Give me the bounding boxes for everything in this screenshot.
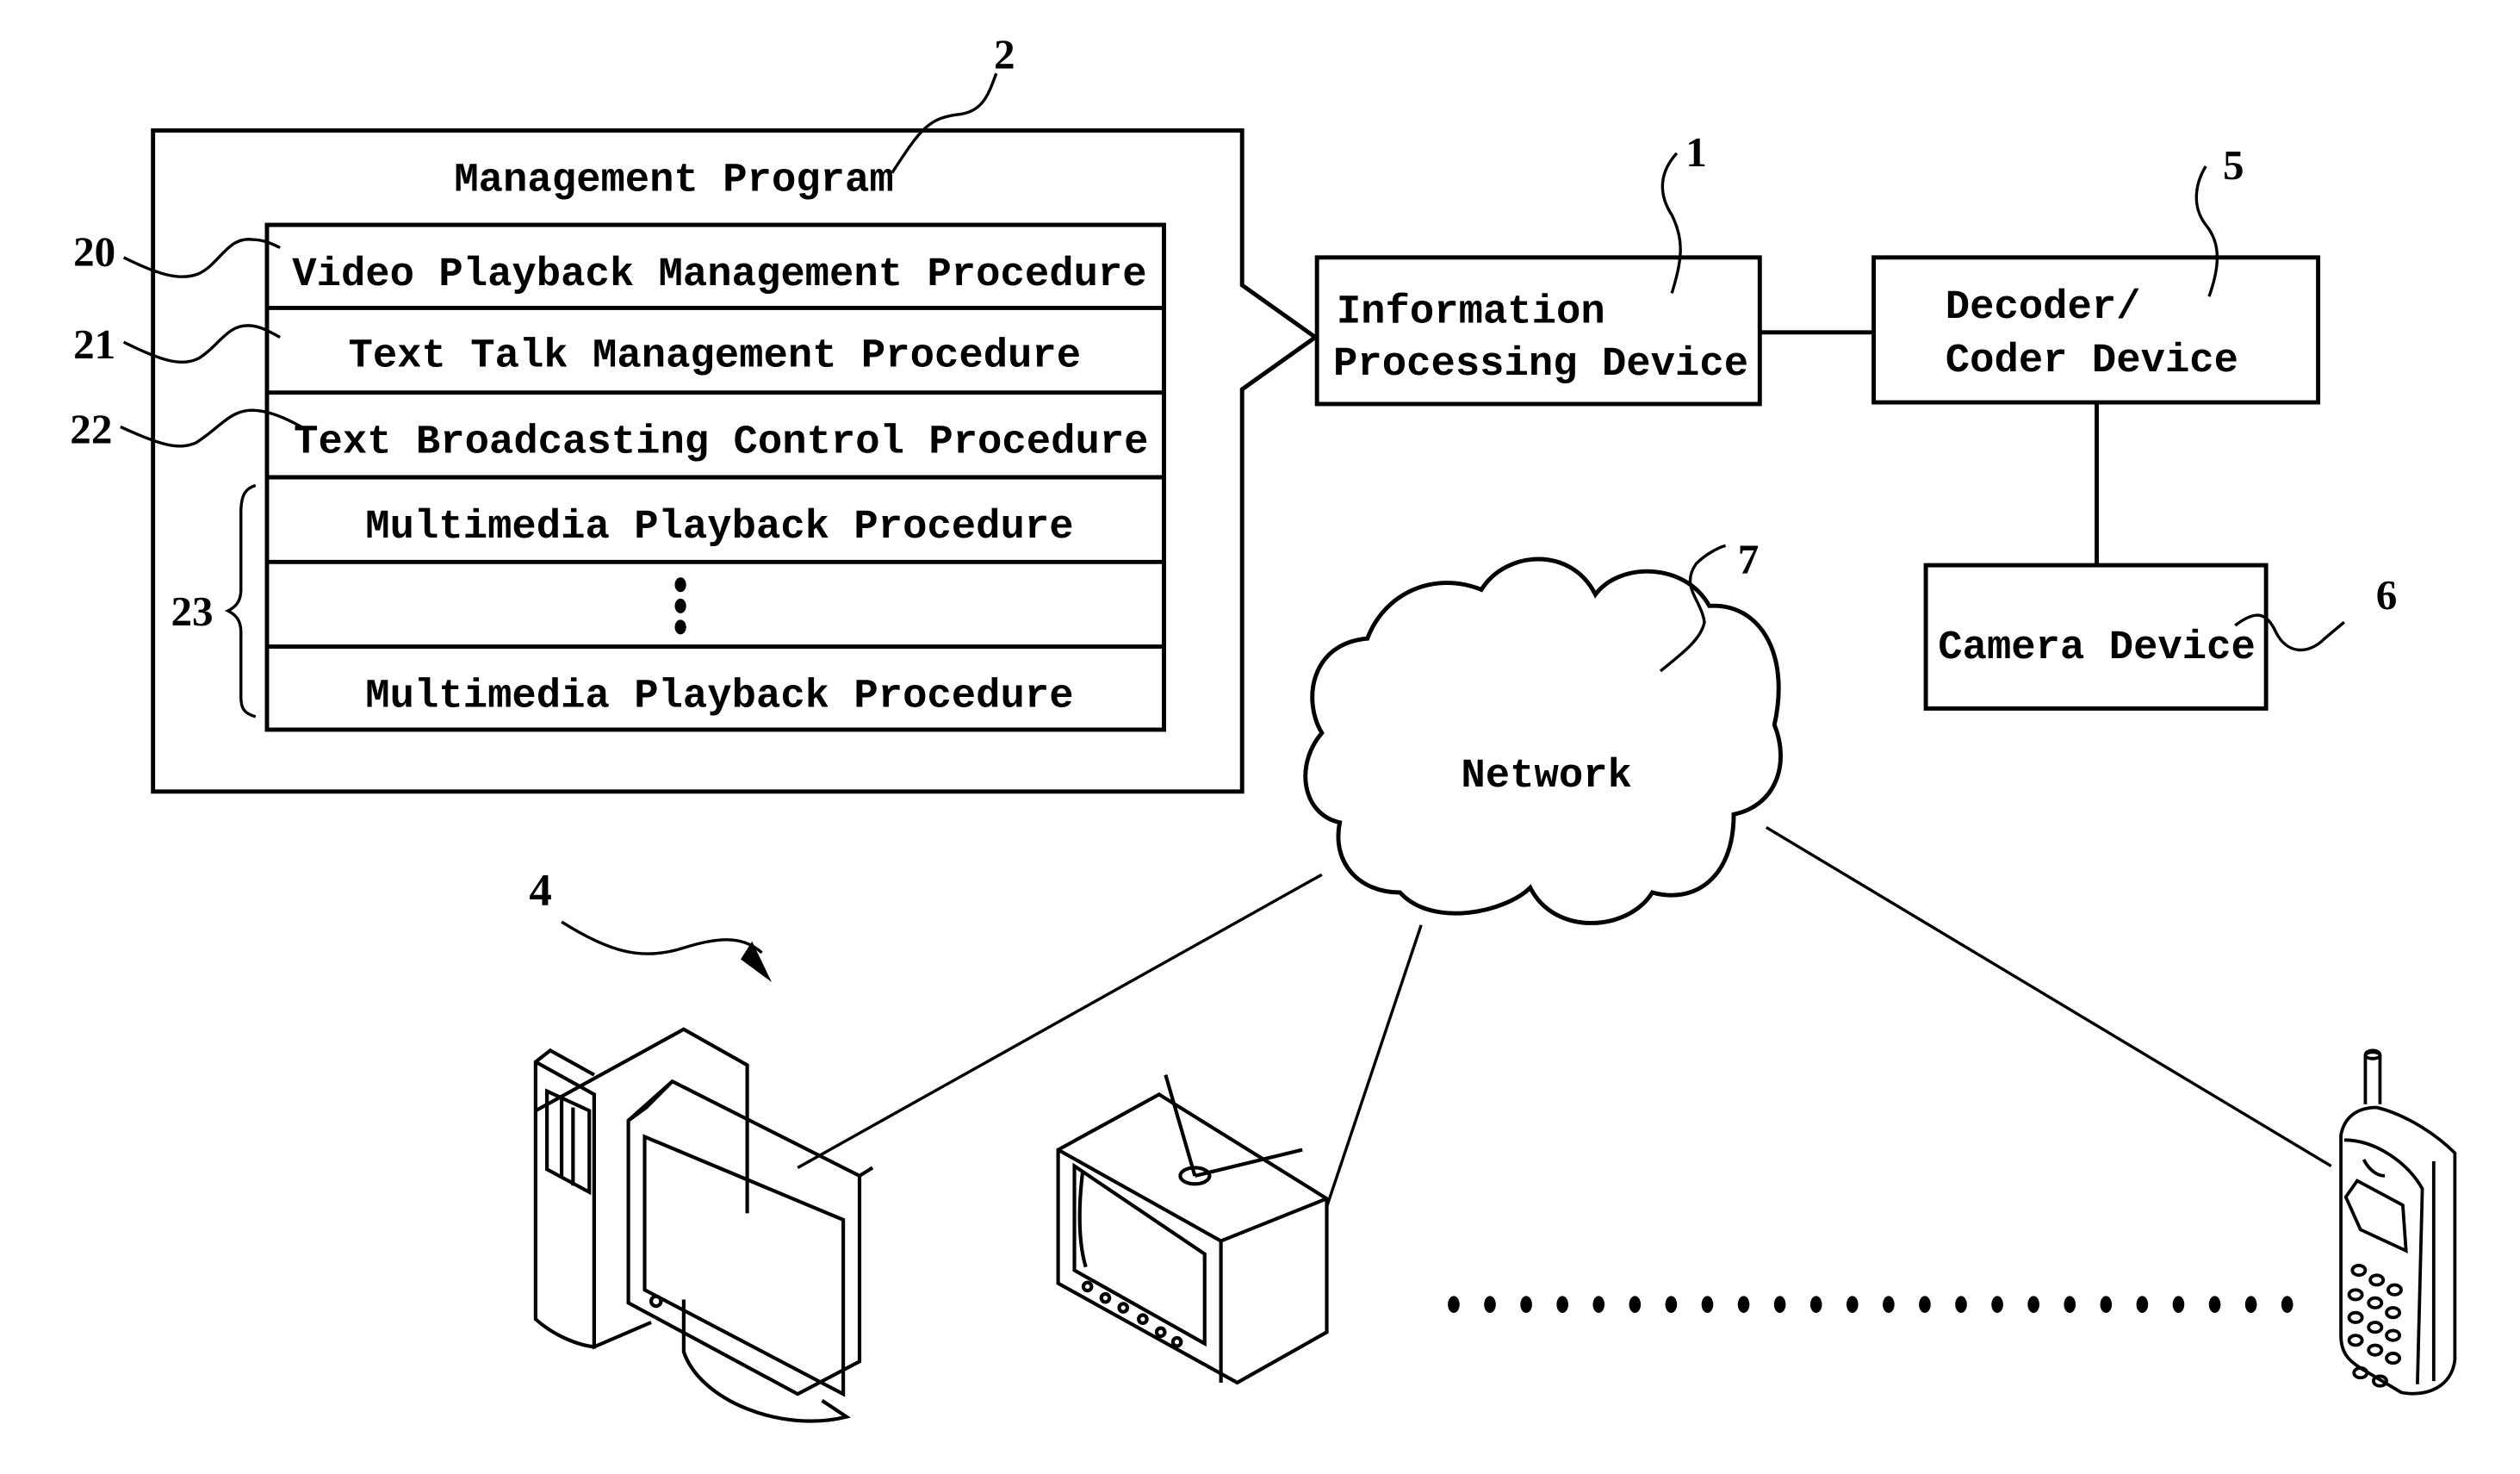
ref-7: 7 bbox=[1738, 536, 1760, 583]
ref-6: 6 bbox=[2376, 571, 2398, 619]
link-network-computer bbox=[797, 873, 1323, 1169]
ref-2: 2 bbox=[994, 31, 1015, 78]
bracket-23 bbox=[224, 483, 257, 718]
horizontal-ellipsis bbox=[1448, 1296, 2293, 1314]
decoder-coder-device-line1: Decoder/ bbox=[1946, 285, 2141, 331]
procedures-table bbox=[264, 222, 1166, 732]
ellipsis-dot bbox=[1955, 1296, 1967, 1314]
procedure-text-talk: Text Talk Management Procedure bbox=[348, 333, 1081, 379]
leader-4 bbox=[561, 920, 763, 955]
leader-20 bbox=[122, 238, 281, 278]
ref-5: 5 bbox=[2223, 141, 2244, 189]
camera-device-label: Camera Device bbox=[1938, 625, 2256, 671]
procedure-multimedia-playback-2: Multimedia Playback Procedure bbox=[365, 675, 1073, 720]
ellipsis-dot bbox=[1773, 1296, 1786, 1314]
television-icon bbox=[1056, 1074, 1329, 1385]
ellipsis-dot bbox=[1846, 1296, 1859, 1314]
ellipsis-dot bbox=[1883, 1296, 1895, 1314]
ellipsis-dot bbox=[1737, 1296, 1750, 1314]
ellipsis-dot bbox=[2064, 1296, 2076, 1314]
decoder-coder-device-line2: Coder Device bbox=[1946, 339, 2238, 384]
ref-22: 22 bbox=[70, 405, 112, 452]
ellipsis-dot bbox=[2281, 1296, 2293, 1314]
ref-4: 4 bbox=[529, 866, 551, 916]
network-label: Network bbox=[1461, 754, 1631, 799]
ellipsis-dot bbox=[1556, 1296, 1568, 1314]
procedure-multimedia-playback-1: Multimedia Playback Procedure bbox=[365, 505, 1073, 550]
leader-21 bbox=[122, 324, 281, 364]
ellipsis-dot bbox=[1665, 1296, 1678, 1314]
management-program-title: Management Program bbox=[454, 158, 893, 203]
ellipsis-dot bbox=[1592, 1296, 1605, 1314]
ellipsis-dot bbox=[1919, 1296, 1931, 1314]
ellipsis-dot bbox=[2100, 1296, 2113, 1314]
ellipsis-dot bbox=[1991, 1296, 2003, 1314]
system-diagram: Management Program 2 Video Playback Mana… bbox=[70, 31, 2457, 1423]
ellipsis-dot bbox=[2136, 1296, 2149, 1314]
ellipsis-dot bbox=[2208, 1296, 2221, 1314]
ellipsis-dot bbox=[1629, 1296, 1642, 1314]
mobile-phone-icon bbox=[2339, 1048, 2457, 1396]
procedure-video-playback: Video Playback Management Procedure bbox=[292, 252, 1146, 298]
leader-7 bbox=[1659, 544, 1727, 673]
ellipsis-dot bbox=[1484, 1296, 1496, 1314]
link-network-phone bbox=[1765, 825, 2332, 1168]
ellipsis-dot bbox=[1701, 1296, 1714, 1314]
procedure-text-broadcasting: Text Broadcasting Control Procedure bbox=[294, 420, 1148, 466]
ref-21: 21 bbox=[73, 320, 115, 368]
vertical-ellipsis bbox=[674, 577, 686, 635]
ref-1: 1 bbox=[1685, 128, 1707, 176]
ellipsis-dot bbox=[1448, 1296, 1460, 1314]
ref-23: 23 bbox=[171, 588, 213, 635]
computer-icon bbox=[533, 1027, 874, 1423]
ellipsis-dot bbox=[2027, 1296, 2039, 1314]
information-processing-device-line1: Information bbox=[1337, 289, 1605, 335]
link-network-tv bbox=[1325, 924, 1423, 1208]
information-processing-device-line2: Processing Device bbox=[1333, 342, 1748, 388]
ellipsis-dot bbox=[2244, 1296, 2257, 1314]
leader-2 bbox=[891, 72, 998, 174]
ref-20: 20 bbox=[73, 227, 115, 275]
network-cloud bbox=[1303, 557, 1783, 925]
ellipsis-dot bbox=[1809, 1296, 1822, 1314]
ellipsis-dot bbox=[1520, 1296, 1532, 1314]
ellipsis-dot bbox=[2172, 1296, 2185, 1314]
